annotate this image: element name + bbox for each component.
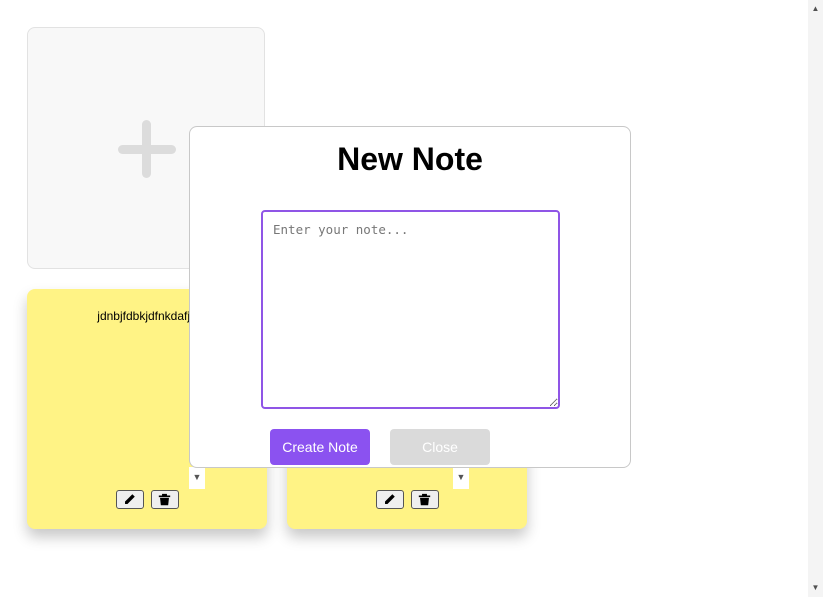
edit-note-button[interactable] <box>115 490 144 509</box>
trash-icon <box>158 493 171 506</box>
delete-note-button[interactable] <box>410 490 439 509</box>
scroll-down-icon[interactable]: ▼ <box>808 581 823 595</box>
note-actions <box>27 490 267 509</box>
delete-note-button[interactable] <box>150 490 179 509</box>
page-scrollbar[interactable]: ▲ ▼ <box>808 0 823 597</box>
pencil-icon <box>385 494 395 504</box>
modal-title: New Note <box>337 141 483 177</box>
chevron-down-icon[interactable]: ▼ <box>453 467 469 489</box>
new-note-modal: New Note Create Note Close <box>189 126 631 468</box>
create-note-button[interactable]: Create Note <box>270 429 370 465</box>
note-actions <box>287 490 527 509</box>
edit-note-button[interactable] <box>375 490 404 509</box>
chevron-down-icon[interactable]: ▼ <box>189 467 205 489</box>
note-textarea[interactable] <box>261 210 560 409</box>
close-button[interactable]: Close <box>390 429 490 465</box>
plus-icon <box>118 120 176 178</box>
scroll-up-icon[interactable]: ▲ <box>808 2 823 16</box>
pencil-icon <box>125 494 135 504</box>
trash-icon <box>418 493 431 506</box>
